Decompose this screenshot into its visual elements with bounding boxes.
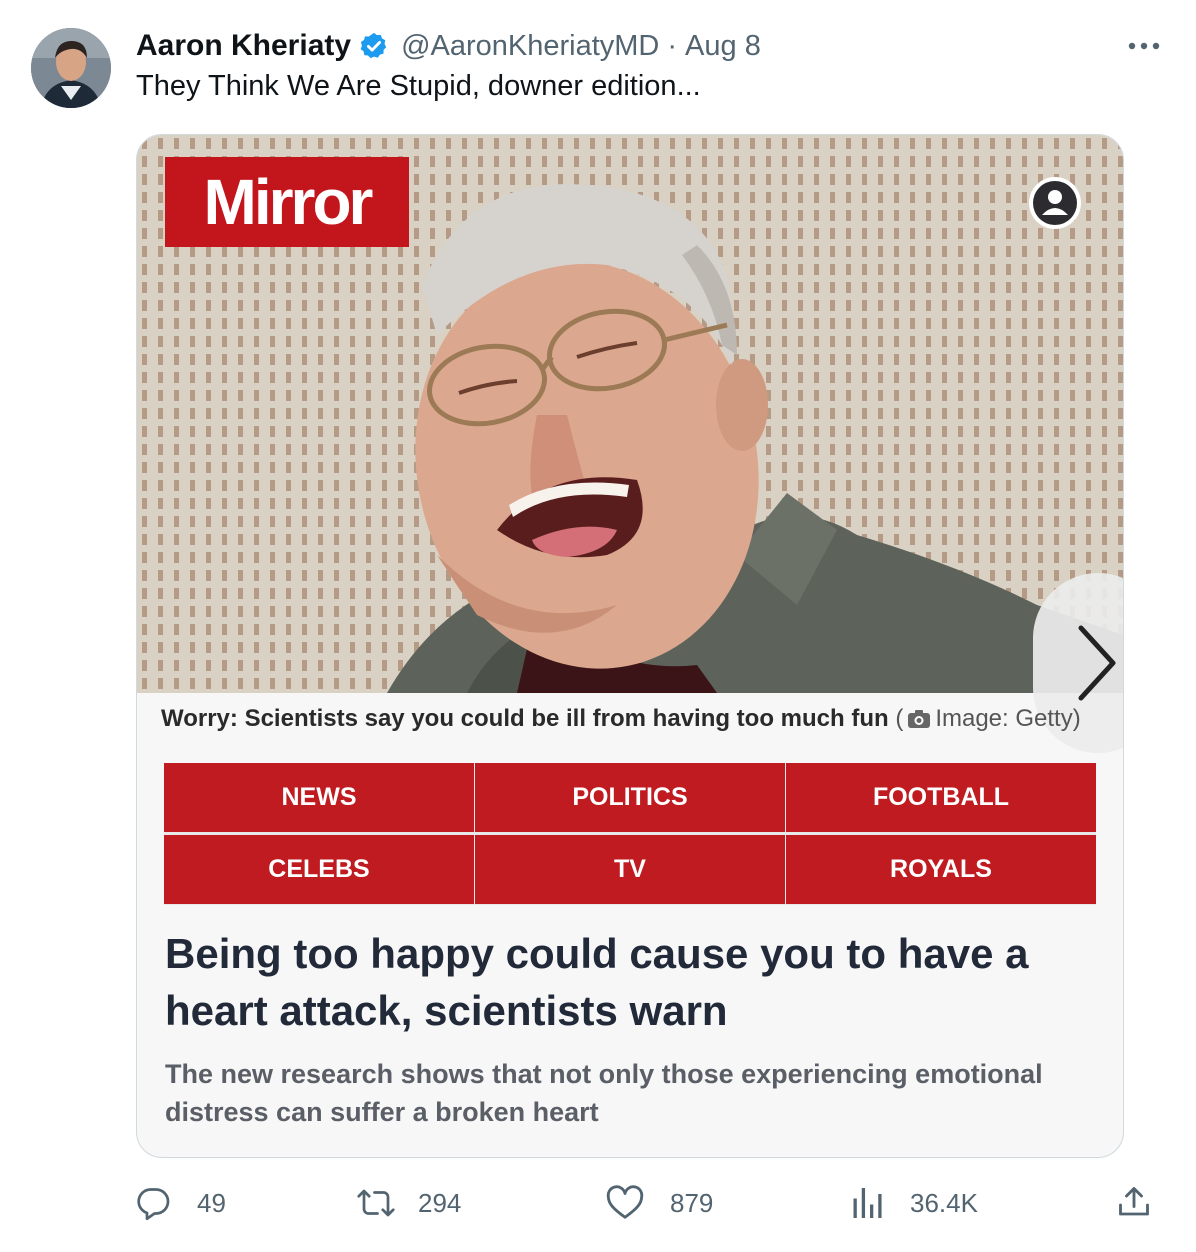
views-button[interactable]: 36.4K (852, 1180, 978, 1226)
share-icon (1119, 1187, 1149, 1216)
like-button[interactable]: 879 (606, 1180, 713, 1226)
tweet-text: They Think We Are Stupid, downer edition… (136, 70, 701, 102)
mirror-logo: Mirror (165, 157, 409, 247)
nav-royals[interactable]: ROYALS (786, 835, 1096, 904)
author-name[interactable]: Aaron Kheriaty (136, 29, 351, 63)
photo-caption: Worry: Scientists say you could be ill f… (161, 705, 1081, 733)
tweet-actions: 49 294 879 36.4K (0, 1180, 1196, 1230)
reply-count: 49 (197, 1187, 226, 1218)
share-button[interactable] (1116, 1184, 1152, 1225)
view-count: 36.4K (910, 1187, 978, 1218)
avatar[interactable] (31, 28, 111, 108)
section-nav: NEWS POLITICS FOOTBALL CELEBS TV ROYALS (164, 763, 1096, 905)
like-count: 879 (670, 1187, 714, 1218)
author-handle[interactable]: @AaronKheriatyMD (401, 30, 659, 63)
tweet-header: Aaron Kheriaty @AaronKheriatyMD · Aug 8 (136, 26, 761, 66)
article-headline: Being too happy could cause you to have … (165, 930, 1029, 1034)
more-options-button[interactable] (1124, 26, 1164, 66)
camera-icon (908, 710, 931, 728)
mirror-logo-text: Mirror (203, 166, 374, 238)
avatar-photo (31, 28, 111, 108)
nav-news[interactable]: NEWS (164, 763, 474, 832)
account-glyph (1033, 181, 1077, 225)
nav-politics[interactable]: POLITICS (475, 763, 785, 832)
media-card[interactable]: Mirror Worry: Scientists say you could b… (136, 134, 1124, 1158)
tweet: Aaron Kheriaty @AaronKheriatyMD · Aug 8 … (0, 0, 1196, 1252)
nav-celebs[interactable]: CELEBS (164, 835, 474, 904)
verified-badge-icon (360, 32, 387, 59)
repost-icon (357, 1189, 395, 1217)
repost-count: 294 (418, 1187, 462, 1218)
tweet-date[interactable]: Aug 8 (685, 30, 761, 63)
views-icon (853, 1188, 882, 1218)
nav-football[interactable]: FOOTBALL (786, 763, 1096, 832)
more-options-icon (1128, 42, 1160, 50)
article-standfirst: The new research shows that not only tho… (165, 1059, 1043, 1127)
nav-tv[interactable]: TV (475, 835, 785, 904)
separator-dot: · (667, 29, 678, 62)
account-icon[interactable] (1029, 177, 1081, 229)
reply-button[interactable]: 49 (135, 1180, 226, 1226)
reply-icon (137, 1188, 170, 1221)
article-photo: Mirror (137, 135, 1123, 753)
caption-paren: ( (895, 705, 904, 732)
caption-text: Worry: Scientists say you could be ill f… (161, 705, 889, 732)
like-icon (606, 1185, 644, 1219)
repost-button[interactable]: 294 (356, 1180, 461, 1226)
image-credit: Image: Getty) (935, 705, 1081, 732)
